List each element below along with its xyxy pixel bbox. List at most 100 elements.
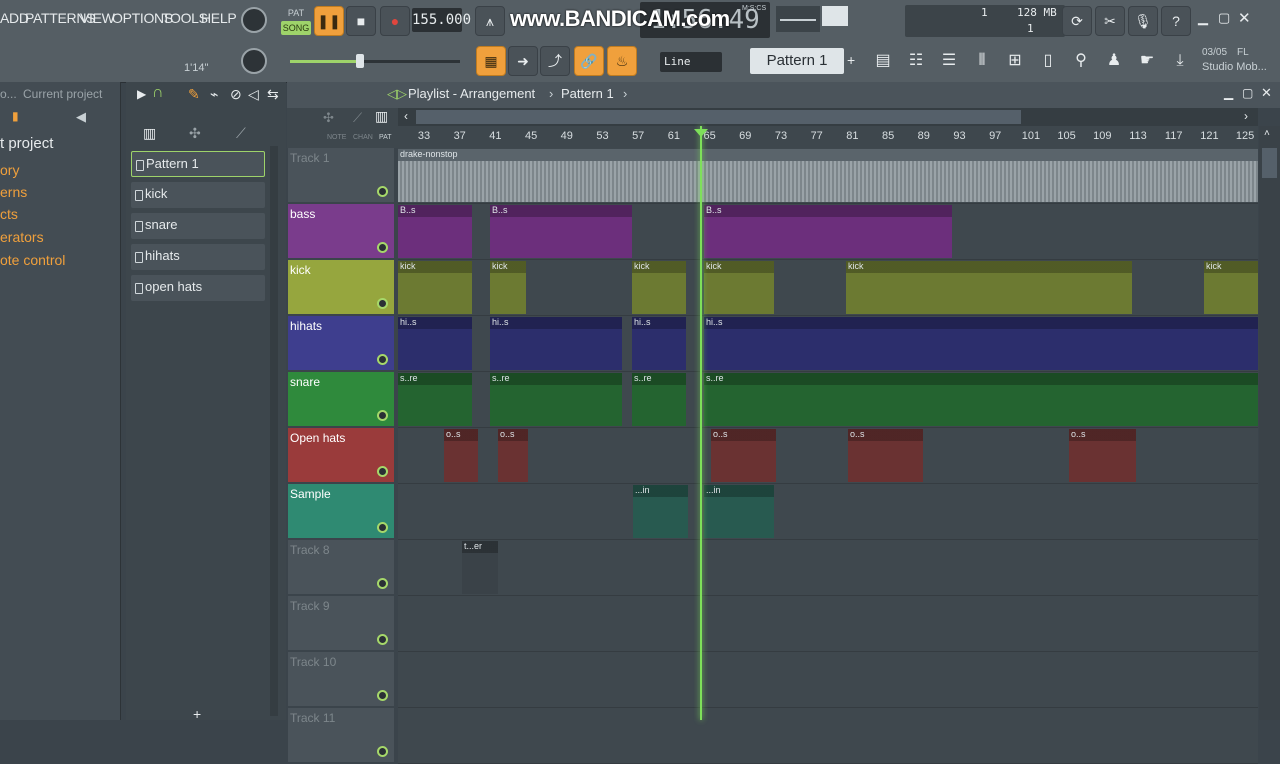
track-mute-toggle[interactable] bbox=[377, 634, 388, 645]
picker-scrollbar[interactable] bbox=[270, 146, 278, 716]
tempo-display[interactable]: 155.000 bbox=[412, 8, 471, 32]
pattern-item-pattern-1[interactable]: Pattern 1 bbox=[131, 151, 265, 177]
delete-icon[interactable]: ⊘ bbox=[230, 86, 242, 103]
pattern-clip[interactable]: hi..s bbox=[490, 317, 622, 370]
piano-roll-button[interactable]: ☷ bbox=[901, 46, 931, 76]
channel-rack-button[interactable]: ☰ bbox=[934, 46, 964, 76]
master-volume-knob[interactable] bbox=[241, 7, 267, 33]
pattern-clip[interactable]: B..s bbox=[398, 205, 472, 258]
typing-keyboard-button[interactable]: ▦ bbox=[476, 46, 506, 76]
track-mute-toggle[interactable] bbox=[377, 298, 388, 309]
browser-tab-current-project[interactable]: Current project bbox=[23, 87, 102, 101]
mute-icon[interactable]: ◁ bbox=[248, 86, 259, 103]
cut-tool-button[interactable]: ✂ bbox=[1095, 6, 1125, 36]
pattern-clip[interactable]: s..re bbox=[704, 373, 1258, 426]
pattern-clip[interactable]: kick bbox=[846, 261, 1132, 314]
automation-icon[interactable]: ⟋ bbox=[236, 125, 246, 142]
track-mute-toggle[interactable] bbox=[377, 410, 388, 421]
track-header[interactable]: snare bbox=[288, 372, 394, 426]
multilink-button[interactable]: ♨ bbox=[607, 46, 637, 76]
track-lane[interactable]: ...in ...in bbox=[398, 484, 1258, 540]
pat-filter-label[interactable]: PAT bbox=[379, 134, 392, 141]
pattern-clip[interactable]: B..s bbox=[704, 205, 952, 258]
track-lane[interactable] bbox=[398, 652, 1258, 708]
pattern-item-hihats[interactable]: hihats bbox=[131, 244, 265, 270]
pattern-item-open-hats[interactable]: open hats bbox=[131, 275, 265, 301]
track-lane[interactable]: t...er bbox=[398, 540, 1258, 596]
pattern-clip[interactable]: kick bbox=[1204, 261, 1258, 314]
track-header[interactable]: Track 8 bbox=[288, 540, 394, 594]
pattern-clip[interactable]: o..s bbox=[1069, 429, 1136, 482]
playhead-marker-icon[interactable] bbox=[694, 129, 708, 137]
speaker-icon[interactable]: ◀ bbox=[76, 109, 86, 125]
track-mute-toggle[interactable] bbox=[377, 690, 388, 701]
pattern-selector[interactable]: Pattern 1 bbox=[750, 48, 844, 74]
metronome-button[interactable]: ⩚ bbox=[475, 6, 505, 36]
slip-icon[interactable]: ⇆ bbox=[267, 86, 279, 103]
vertical-scrollbar[interactable]: ˄ bbox=[1259, 126, 1280, 720]
browser-item-history[interactable]: ory bbox=[0, 162, 19, 178]
menu-help[interactable]: HELP bbox=[201, 10, 237, 26]
track-header[interactable]: Track 11 bbox=[288, 708, 394, 762]
maximize-icon[interactable]: ▢ bbox=[1242, 86, 1253, 100]
pause-button[interactable]: ❚❚ bbox=[314, 6, 344, 36]
pattern-clip[interactable]: t...er bbox=[462, 541, 498, 594]
piano-icon[interactable]: ▥ bbox=[375, 108, 388, 125]
track-mute-toggle[interactable] bbox=[377, 522, 388, 533]
pattern-item-snare[interactable]: snare bbox=[131, 213, 265, 239]
pattern-clip[interactable]: B..s bbox=[490, 205, 632, 258]
pattern-clip[interactable]: s..re bbox=[632, 373, 686, 426]
undo-button[interactable]: ⟳ bbox=[1062, 6, 1092, 36]
track-mute-toggle[interactable] bbox=[377, 746, 388, 757]
step-edit-button[interactable]: ➜ bbox=[508, 46, 538, 76]
track-header[interactable]: Open hats bbox=[288, 428, 394, 482]
track-lane[interactable]: drake-nonstop bbox=[398, 148, 1258, 204]
minimize-icon[interactable]: ▁ bbox=[1224, 86, 1233, 100]
playlist-window-button[interactable]: ▤ bbox=[868, 46, 898, 76]
track-header[interactable]: bass bbox=[288, 204, 394, 258]
arrow-icon[interactable]: ▶ bbox=[137, 87, 146, 101]
help-button[interactable]: ? bbox=[1161, 6, 1191, 36]
pattern-clip[interactable]: hi..s bbox=[398, 317, 472, 370]
pattern-clip[interactable]: ...in bbox=[704, 485, 774, 538]
track-lane[interactable]: B..s B..s B..s bbox=[398, 204, 1258, 260]
waveform-icon[interactable]: ✣ bbox=[189, 125, 201, 142]
track-lane[interactable]: kick kick kick kick kick kick bbox=[398, 260, 1258, 316]
pattern-clip[interactable]: o..s bbox=[444, 429, 478, 482]
record-audio-button[interactable]: 🎙 bbox=[1128, 6, 1158, 36]
file-icon[interactable]: ▮ bbox=[12, 109, 19, 123]
project-button[interactable]: ▯ bbox=[1033, 46, 1063, 76]
browser-item-patterns[interactable]: erns bbox=[0, 184, 27, 200]
note-filter-label[interactable]: NOTE bbox=[327, 134, 346, 141]
blend-notes-button[interactable]: ⤴ bbox=[540, 46, 570, 76]
track-lane[interactable]: s..re s..re s..re s..re bbox=[398, 372, 1258, 428]
track-mute-toggle[interactable] bbox=[377, 242, 388, 253]
pattern-clip[interactable]: kick bbox=[490, 261, 526, 314]
pattern-clip[interactable]: o..s bbox=[848, 429, 923, 482]
playhead[interactable] bbox=[700, 126, 702, 720]
browser-item-effects[interactable]: cts bbox=[0, 206, 18, 222]
stop-button[interactable]: ■ bbox=[346, 6, 376, 36]
track-header[interactable]: Track 1 bbox=[288, 148, 394, 202]
download-button[interactable]: ⤓ bbox=[1165, 46, 1195, 76]
track-header[interactable]: kick bbox=[288, 260, 394, 314]
pattern-clip[interactable]: kick bbox=[632, 261, 686, 314]
song-mode-button[interactable]: SONG bbox=[281, 21, 311, 35]
pattern-clip[interactable]: s..re bbox=[490, 373, 622, 426]
pattern-tool-icon[interactable]: ✣ bbox=[323, 110, 334, 126]
magnet-icon[interactable]: ∩ bbox=[152, 84, 164, 102]
chan-filter-label[interactable]: CHAN bbox=[353, 134, 373, 141]
close-icon[interactable]: ✕ bbox=[1261, 85, 1272, 101]
track-lane[interactable] bbox=[398, 596, 1258, 652]
track-lane[interactable]: hi..s hi..s hi..s hi..s bbox=[398, 316, 1258, 372]
track-mute-toggle[interactable] bbox=[377, 186, 388, 197]
menu-view[interactable]: VIEW bbox=[80, 10, 115, 26]
snap-selector[interactable]: Line bbox=[660, 52, 722, 72]
piano-icon[interactable]: ▥ bbox=[143, 125, 156, 142]
browser-item-project[interactable]: t project bbox=[0, 135, 53, 152]
link-button[interactable]: 🔗 bbox=[574, 46, 604, 76]
browser-item-remote-control[interactable]: ote control bbox=[0, 252, 65, 268]
pattern-item-kick[interactable]: kick bbox=[131, 182, 265, 208]
master-volume-slider[interactable] bbox=[290, 54, 460, 68]
browser-item-generators[interactable]: erators bbox=[0, 229, 44, 245]
